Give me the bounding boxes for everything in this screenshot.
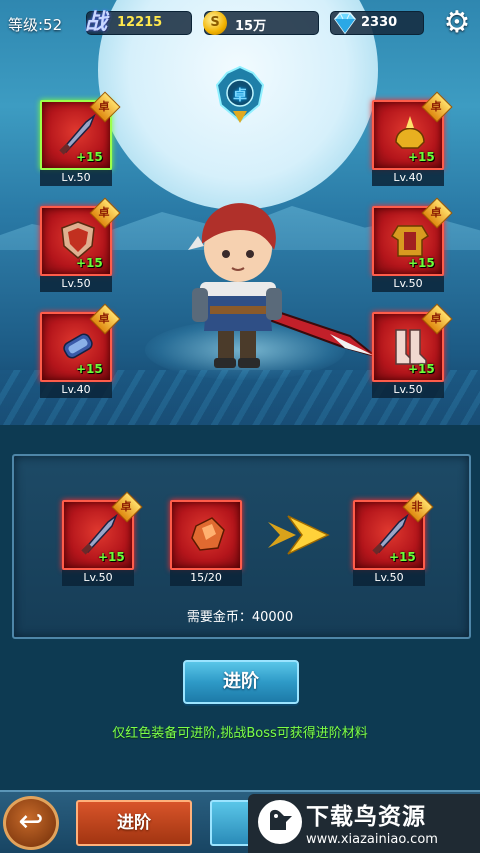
item-level: Lv.50 xyxy=(40,276,112,292)
back-button[interactable]: ↩ xyxy=(3,796,59,850)
gem-display[interactable]: 2330 xyxy=(330,11,424,35)
enhance-level: +15 xyxy=(408,256,435,270)
gear-icon[interactable]: ⚙ xyxy=(440,6,474,40)
player-level: 等级:52 xyxy=(8,16,63,34)
emblem-label: 卓 xyxy=(233,88,247,104)
hero-character xyxy=(188,203,376,368)
material-count: 15/20 xyxy=(170,570,242,586)
item-level: Lv.50 xyxy=(372,276,444,292)
tab-upgrade[interactable]: 进阶 xyxy=(76,800,192,846)
coin-value: 15万 xyxy=(235,19,267,34)
enhance-level: +15 xyxy=(98,550,125,564)
watermark-title: 下载鸟资源 xyxy=(306,804,426,830)
item-level: Lv.50 xyxy=(40,170,112,186)
equip-slot-armor[interactable]: 卓 +15 Lv.50 xyxy=(372,197,453,292)
gem-icon xyxy=(334,12,356,35)
rarity-badge: 非 xyxy=(411,500,423,513)
enhance-level: +15 xyxy=(76,150,103,164)
equip-slot-boots[interactable]: 卓 +15 Lv.50 xyxy=(372,303,453,398)
enhance-level: +15 xyxy=(389,550,416,564)
rarity-badge: 卓 xyxy=(430,100,442,113)
rarity-badge: 卓 xyxy=(430,206,442,219)
rarity-badge: 卓 xyxy=(98,100,110,113)
upgrade-hint: 仅红色装备可进阶,挑战Boss可获得进阶材料 xyxy=(112,726,368,741)
enhance-level: +15 xyxy=(76,362,103,376)
upgrade-button[interactable]: 进阶 xyxy=(183,660,299,704)
upgrade-material-item[interactable]: 15/20 xyxy=(170,500,242,586)
ore-icon xyxy=(191,517,225,551)
item-level: Lv.50 xyxy=(353,570,425,586)
power-value: 12215 xyxy=(117,15,163,30)
equip-slot-helmet[interactable]: 卓 +15 Lv.40 xyxy=(372,91,453,186)
upgrade-source-item[interactable]: 卓 +15 Lv.50 xyxy=(62,491,143,586)
enhance-level: +15 xyxy=(408,362,435,376)
enhance-level: +15 xyxy=(76,256,103,270)
item-level: Lv.40 xyxy=(40,382,112,398)
equip-slot-weapon[interactable]: 卓 +15 Lv.50 xyxy=(40,91,121,186)
item-level: Lv.40 xyxy=(372,170,444,186)
coin-display[interactable]: S 15万 xyxy=(203,11,319,35)
power-display: 战 12215 xyxy=(85,10,192,35)
enhance-level: +15 xyxy=(408,150,435,164)
rank-emblem: 卓 xyxy=(213,65,267,125)
equip-slot-shield[interactable]: 卓 +15 Lv.50 xyxy=(40,197,121,292)
item-level: Lv.50 xyxy=(372,382,444,398)
bird-logo-icon xyxy=(258,800,302,844)
item-level: Lv.50 xyxy=(62,570,134,586)
gold-cost: 需要金币：40000 xyxy=(186,610,294,625)
slot-frame xyxy=(170,500,242,570)
rarity-badge: 卓 xyxy=(120,500,132,513)
power-icon: 战 xyxy=(85,10,108,35)
equip-slot-bracer[interactable]: 卓 +15 Lv.40 xyxy=(40,303,121,398)
coin-icon: S xyxy=(203,11,227,35)
rarity-badge: 卓 xyxy=(430,312,442,325)
upgrade-result-item[interactable]: 非 +15 Lv.50 xyxy=(353,491,434,586)
rarity-badge: 卓 xyxy=(98,312,110,325)
watermark-url: www.xiazainiao.com xyxy=(306,832,438,847)
gem-value: 2330 xyxy=(361,15,398,30)
arrow-right-icon xyxy=(268,515,330,555)
rarity-badge: 卓 xyxy=(98,206,110,219)
top-hud: 等级:52 战 12215 S 15万 2330 ⚙ xyxy=(0,0,480,46)
